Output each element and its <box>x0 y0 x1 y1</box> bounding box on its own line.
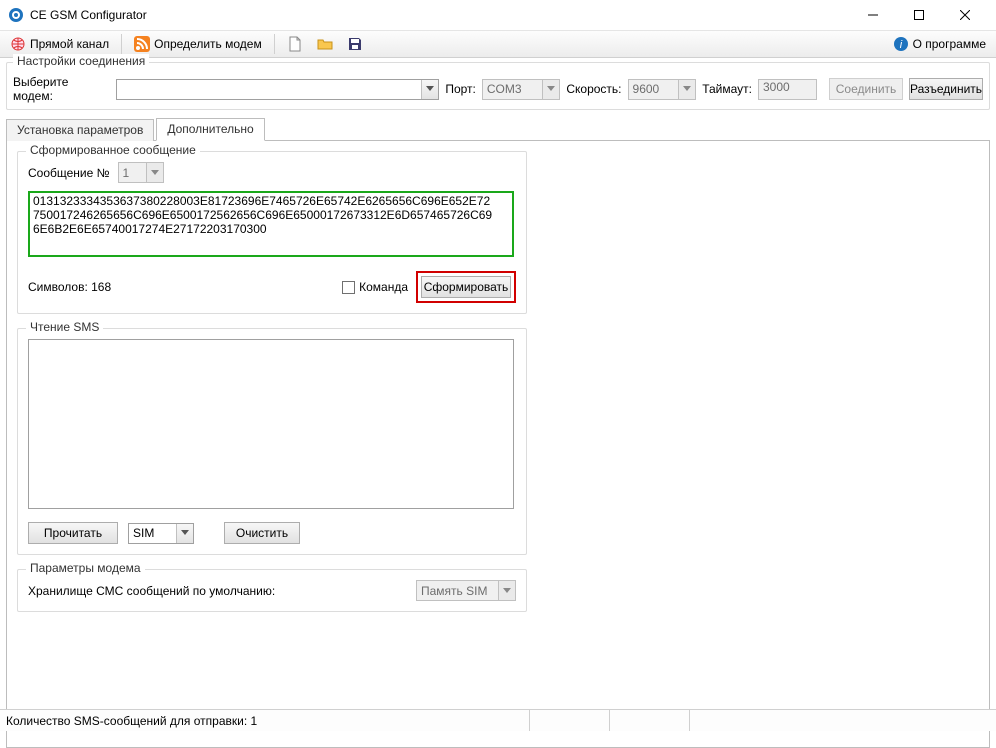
info-icon: i <box>893 36 909 52</box>
modem-combo[interactable] <box>116 79 440 100</box>
save-button[interactable] <box>343 34 367 54</box>
message-textarea[interactable] <box>28 191 514 257</box>
app-icon <box>8 7 24 23</box>
timeout-label: Таймаут: <box>702 82 752 96</box>
file-icon <box>287 36 303 52</box>
detect-modem-button[interactable]: Определить модем <box>130 34 266 54</box>
checkbox-box <box>342 281 355 294</box>
tab-params[interactable]: Установка параметров <box>6 119 154 141</box>
detect-modem-label: Определить модем <box>154 37 262 51</box>
maximize-button[interactable] <box>896 0 942 30</box>
default-storage-value: Память SIM <box>417 584 498 598</box>
default-storage-combo[interactable]: Память SIM <box>416 580 516 601</box>
storage-label: Хранилище СМС сообщений по умолчанию: <box>28 584 275 598</box>
tab-page-extra: Сформированное сообщение Сообщение № 1 С… <box>6 140 990 748</box>
modem-params-group: Параметры модема Хранилище СМС сообщений… <box>17 569 527 612</box>
timeout-field[interactable]: 3000 <box>758 79 817 100</box>
tab-bar: Установка параметров Дополнительно <box>6 118 990 140</box>
message-no-label: Сообщение № <box>28 166 110 180</box>
status-text: Количество SMS-сообщений для отправки: 1 <box>0 710 530 731</box>
speed-combo[interactable]: 9600 <box>628 79 697 100</box>
status-cell-2 <box>530 710 610 731</box>
connection-legend: Настройки соединения <box>13 54 149 68</box>
about-button[interactable]: i О программе <box>889 34 990 54</box>
chars-label: Символов: 168 <box>28 280 111 294</box>
chevron-down-icon <box>678 80 695 99</box>
direct-channel-label: Прямой канал <box>30 37 109 51</box>
window-title: CE GSM Configurator <box>30 8 147 22</box>
rss-icon <box>134 36 150 52</box>
open-file-button[interactable] <box>313 34 337 54</box>
about-label: О программе <box>913 37 986 51</box>
read-storage-combo[interactable]: SIM <box>128 523 194 544</box>
new-file-button[interactable] <box>283 34 307 54</box>
minimize-button[interactable] <box>850 0 896 30</box>
save-icon <box>347 36 363 52</box>
speed-value: 9600 <box>629 82 679 96</box>
speed-label: Скорость: <box>566 82 621 96</box>
select-modem-label: Выберите модем: <box>13 75 110 103</box>
command-label: Команда <box>359 280 408 294</box>
form-button[interactable]: Сформировать <box>421 276 511 298</box>
highlight-red: Сформировать <box>416 271 516 303</box>
chevron-down-icon <box>146 163 163 182</box>
port-value: COM3 <box>483 82 542 96</box>
title-bar: CE GSM Configurator <box>0 0 996 30</box>
modem-params-legend: Параметры модема <box>26 561 145 575</box>
disconnect-button[interactable]: Разъединить <box>909 78 983 100</box>
chevron-down-icon <box>498 581 515 600</box>
status-bar: Количество SMS-сообщений для отправки: 1 <box>0 709 996 731</box>
read-storage-value: SIM <box>129 526 176 540</box>
sms-textarea[interactable] <box>28 339 514 509</box>
chevron-down-icon <box>542 80 559 99</box>
command-checkbox[interactable]: Команда <box>342 280 408 294</box>
toolbar: Прямой канал Определить модем i О програ… <box>0 30 996 58</box>
connect-button[interactable]: Соединить <box>829 78 903 100</box>
formed-message-group: Сформированное сообщение Сообщение № 1 С… <box>17 151 527 314</box>
chevron-down-icon <box>176 524 193 543</box>
port-combo[interactable]: COM3 <box>482 79 560 100</box>
globe-icon <box>10 36 26 52</box>
tab-extra[interactable]: Дополнительно <box>156 118 264 141</box>
status-cell-3 <box>610 710 690 731</box>
read-sms-group: Чтение SMS Прочитать SIM Очистить <box>17 328 527 555</box>
direct-channel-button[interactable]: Прямой канал <box>6 34 113 54</box>
formed-message-legend: Сформированное сообщение <box>26 143 200 157</box>
clear-button[interactable]: Очистить <box>224 522 300 544</box>
connection-group: Настройки соединения Выберите модем: Пор… <box>6 62 990 110</box>
message-no-value: 1 <box>119 166 146 180</box>
port-label: Порт: <box>445 82 476 96</box>
message-no-combo[interactable]: 1 <box>118 162 164 183</box>
close-button[interactable] <box>942 0 988 30</box>
read-sms-legend: Чтение SMS <box>26 320 103 334</box>
chevron-down-icon <box>421 80 438 99</box>
folder-open-icon <box>317 36 333 52</box>
read-button[interactable]: Прочитать <box>28 522 118 544</box>
